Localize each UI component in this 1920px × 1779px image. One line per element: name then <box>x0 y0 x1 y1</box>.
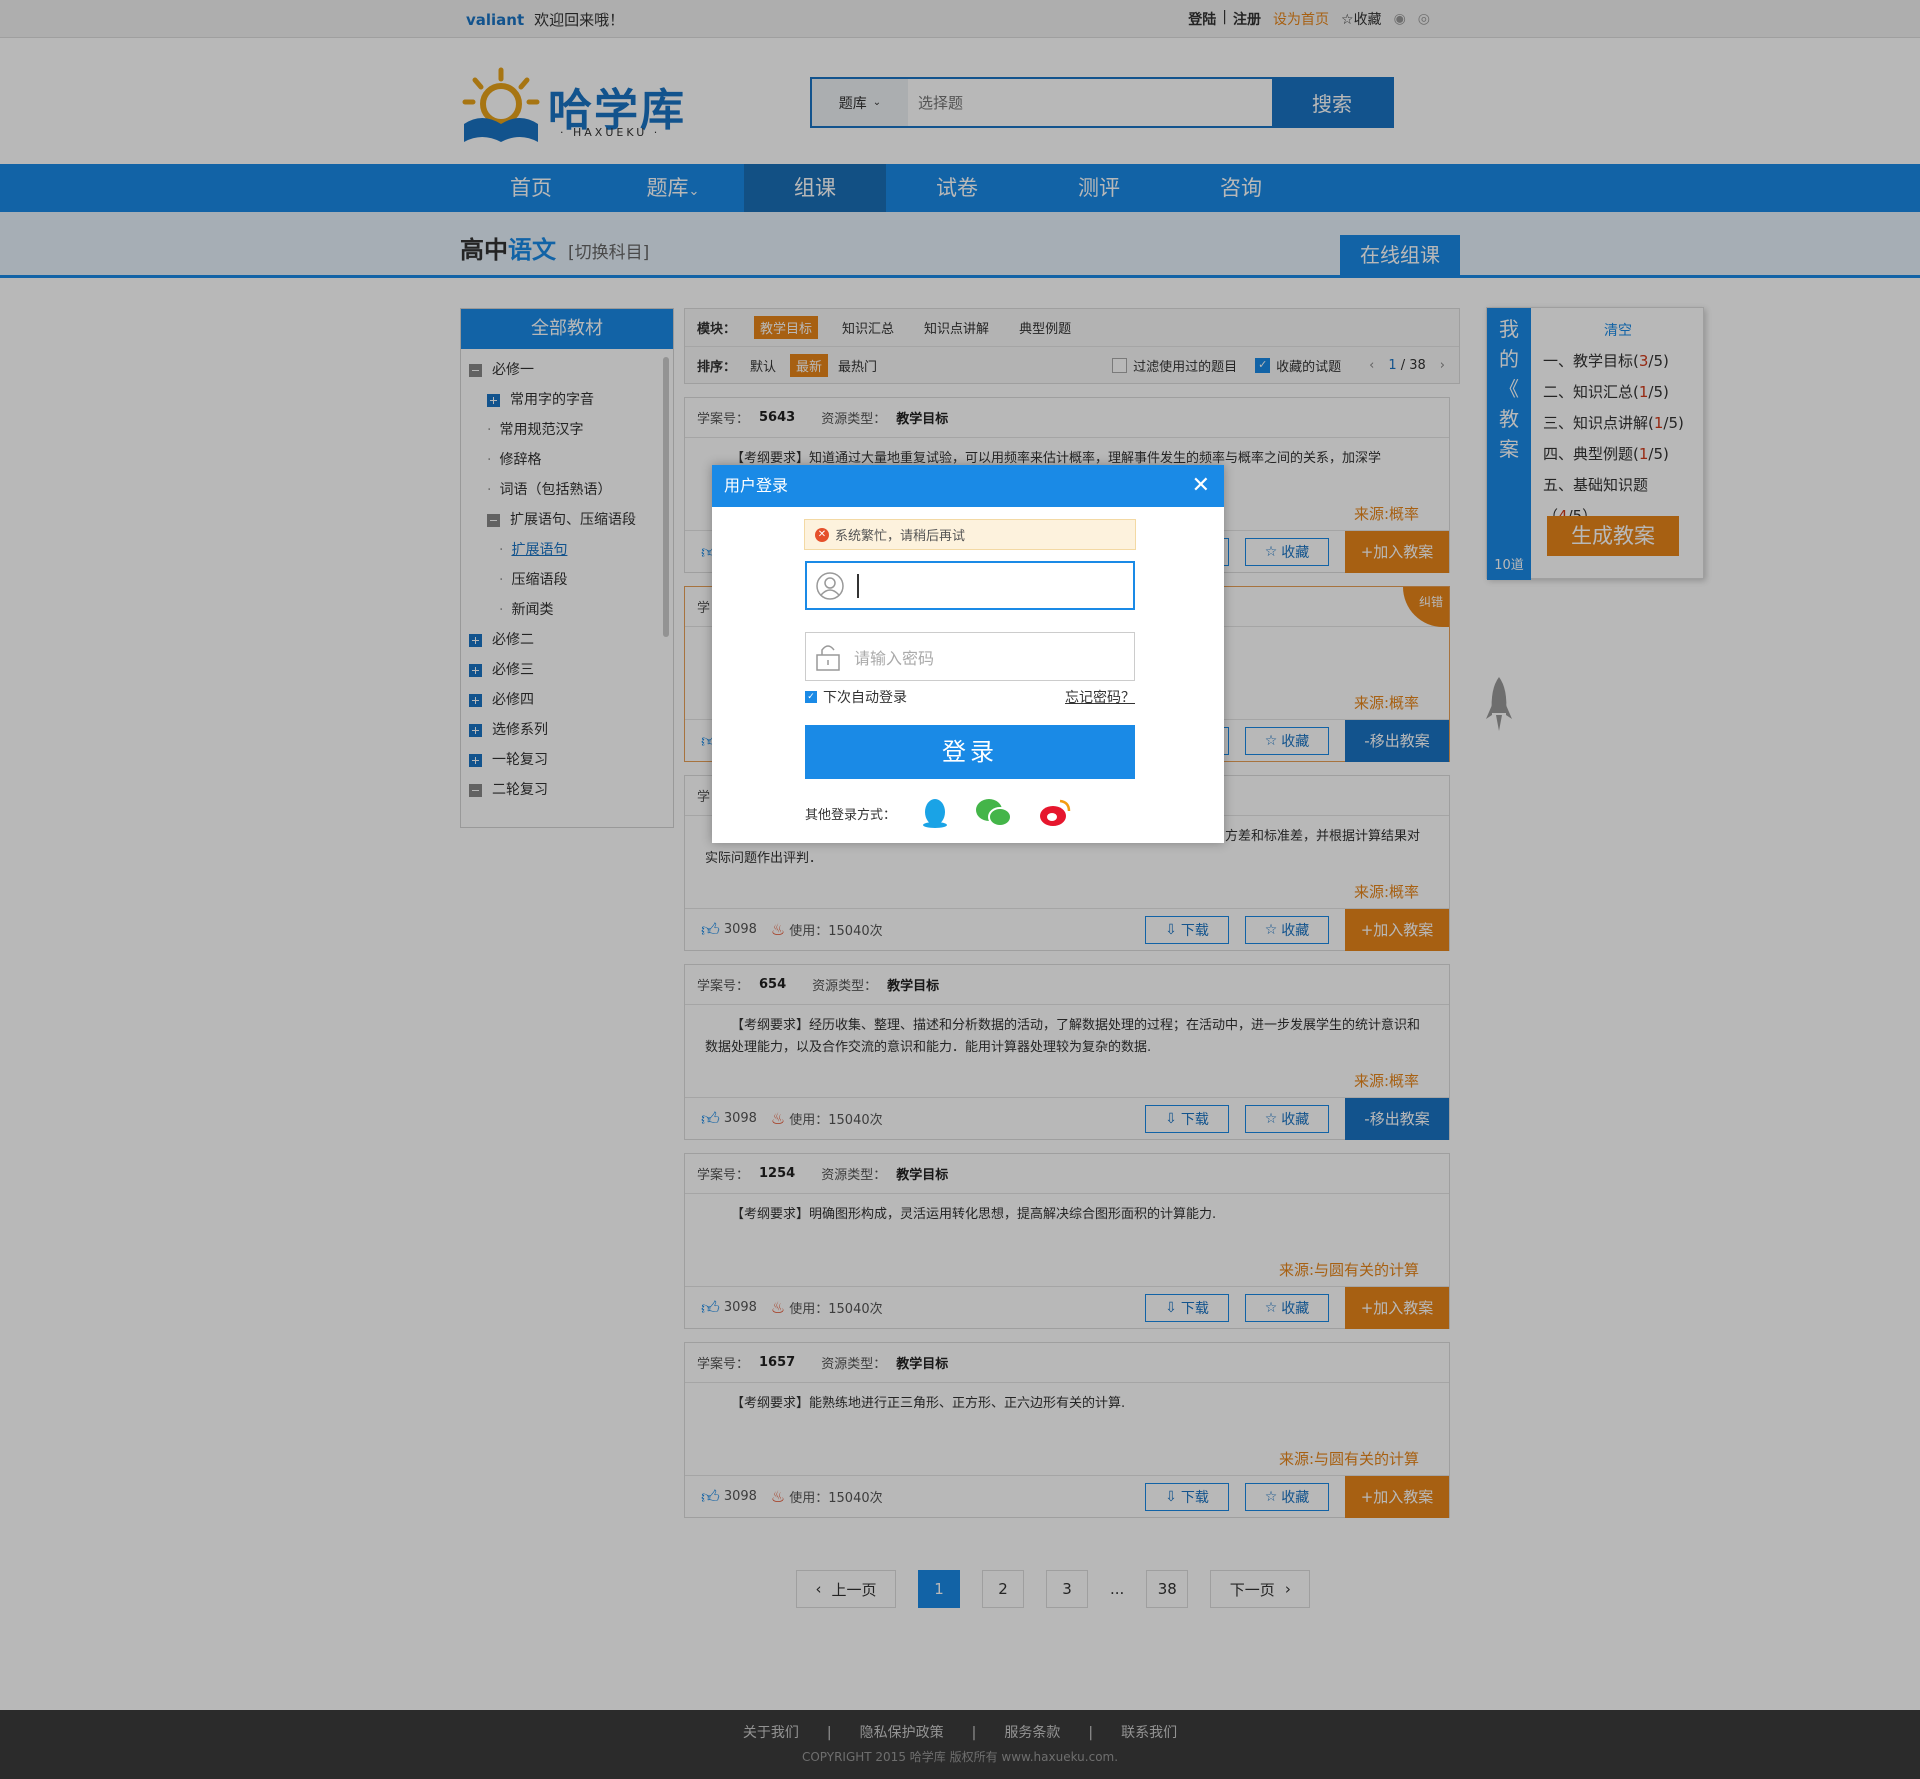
weibo-icon[interactable] <box>1038 797 1072 829</box>
others-label: 其他登录方式： <box>805 807 897 823</box>
qq-icon[interactable] <box>920 797 950 829</box>
username-value <box>857 573 859 598</box>
error-message: ✕ 系统繁忙，请稍后再试 <box>804 519 1136 550</box>
username-field[interactable] <box>805 561 1135 610</box>
remember-label: 下次自动登录 <box>823 690 907 706</box>
modal-overlay[interactable] <box>0 0 1920 1779</box>
login-options: ✓ 下次自动登录 忘记密码？ <box>805 687 1135 707</box>
login-dialog: 用户登录 ✕ ✕ 系统繁忙，请稍后再试 请输入密码 ✓ 下次自动登录 忘记密码？… <box>712 465 1224 843</box>
other-login-methods: 其他登录方式： <box>805 797 1072 829</box>
remember-checkbox[interactable]: ✓ <box>805 691 817 703</box>
user-icon <box>816 571 844 600</box>
error-icon: ✕ <box>815 527 829 542</box>
login-button[interactable]: 登录 <box>805 725 1135 779</box>
wechat-icon[interactable] <box>974 797 1014 829</box>
dialog-title: 用户登录 <box>724 476 789 495</box>
close-icon[interactable]: ✕ <box>1192 465 1210 507</box>
dialog-header: 用户登录 ✕ <box>712 465 1224 507</box>
password-placeholder: 请输入密码 <box>854 648 935 668</box>
error-text: 系统繁忙，请稍后再试 <box>835 529 966 544</box>
password-field[interactable]: 请输入密码 <box>805 632 1135 681</box>
lock-icon <box>816 644 840 671</box>
forgot-password-link[interactable]: 忘记密码？ <box>1065 687 1135 707</box>
